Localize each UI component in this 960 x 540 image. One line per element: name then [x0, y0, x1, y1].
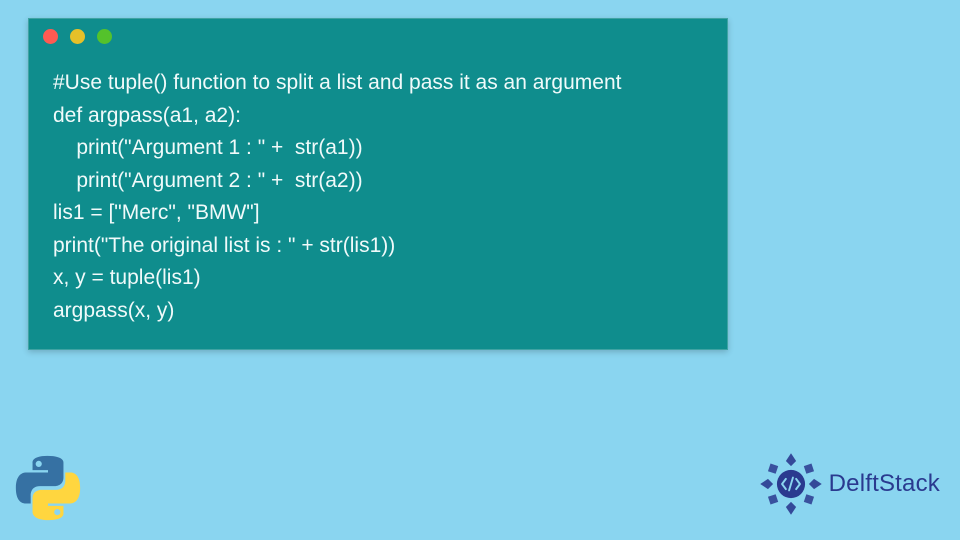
code-window: #Use tuple() function to split a list an…	[28, 18, 728, 350]
code-line: print("Argument 1 : " + str(a1))	[53, 136, 363, 159]
traffic-light-zoom-icon	[97, 29, 112, 44]
code-line: argpass(x, y)	[53, 299, 174, 322]
delftstack-emblem-icon	[759, 452, 823, 516]
python-logo-icon	[14, 454, 82, 522]
code-line: def argpass(a1, a2):	[53, 104, 241, 127]
code-line: print("Argument 2 : " + str(a2))	[53, 169, 363, 192]
delftstack-logo: DelftStack	[759, 452, 940, 516]
traffic-light-minimize-icon	[70, 29, 85, 44]
code-body: #Use tuple() function to split a list an…	[29, 53, 727, 349]
delftstack-name: DelftStack	[829, 470, 940, 498]
code-line: #Use tuple() function to split a list an…	[53, 71, 621, 94]
code-line: x, y = tuple(lis1)	[53, 266, 201, 289]
titlebar	[29, 19, 727, 53]
traffic-light-close-icon	[43, 29, 58, 44]
code-line: lis1 = ["Merc", "BMW"]	[53, 201, 260, 224]
code-line: print("The original list is : " + str(li…	[53, 234, 395, 257]
